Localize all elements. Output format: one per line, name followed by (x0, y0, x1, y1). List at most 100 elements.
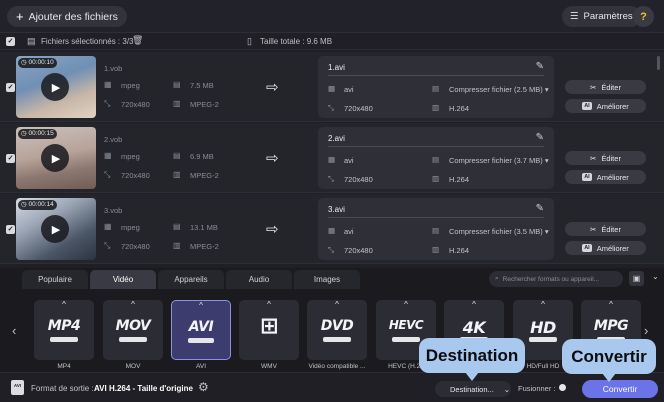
format-label: Vidéo compatible ... (308, 363, 366, 370)
target-filename[interactable]: 2.avi (328, 134, 345, 143)
play-icon[interactable]: ▶ (41, 144, 69, 172)
file-checkbox[interactable]: ✓ (6, 225, 15, 234)
convert-callout-text: Convertir (571, 346, 647, 366)
compress-icon: ▤ (432, 155, 440, 164)
edit-button[interactable]: ✂ Éditer (565, 222, 646, 236)
disk-icon: ▤ (173, 151, 181, 160)
file-row: ✓ ◷ 00:00:10 ▶ 1.vob ▦ mpeg ▤ 7.5 MB ⤡ 7… (0, 52, 664, 122)
select-all-checkbox[interactable]: ✓ (6, 37, 15, 46)
compress-icon: ▤ (432, 226, 440, 235)
chevron-right-icon[interactable]: › (644, 323, 648, 338)
compress-dropdown[interactable]: Compresser fichier (2.5 MB) ▾ (449, 85, 549, 94)
edit-label: Éditer (601, 82, 621, 92)
tab-appareils[interactable]: Appareils (158, 270, 224, 289)
logo-bar (50, 337, 78, 342)
settings-button[interactable]: ☰ Paramètres (562, 6, 641, 27)
avi-logo-icon: AVI (188, 319, 214, 335)
target-format: avi (344, 85, 354, 94)
scissors-icon: ✂ (590, 153, 597, 163)
mp4-logo-icon: MP4 (47, 318, 81, 334)
menu-icon: ☰ (570, 11, 579, 22)
chevron-left-icon[interactable]: ‹ (12, 323, 16, 338)
video-thumbnail[interactable]: ◷ 00:00:14 ▶ (16, 198, 96, 260)
play-icon[interactable]: ▶ (41, 215, 69, 243)
trash-icon[interactable]: 🗑 (132, 35, 143, 46)
chevron-up-icon: ^ (62, 300, 66, 309)
format-tile-mov[interactable]: ^ MOV (103, 300, 163, 360)
convert-arrow-icon: ⇨ (266, 79, 279, 96)
total-size: Taille totale : 9.6 MB (260, 37, 333, 46)
convert-callout: Convertir (562, 339, 656, 382)
target-filename[interactable]: 3.avi (328, 205, 345, 214)
target-codec: H.264 (449, 175, 470, 184)
target-filename[interactable]: 1.avi (328, 63, 345, 72)
improve-button[interactable]: AI Améliorer (565, 99, 646, 113)
callout-tail (465, 372, 479, 381)
video-thumbnail[interactable]: ◷ 00:00:15 ▶ (16, 127, 96, 189)
filename-underline (328, 75, 544, 76)
pencil-icon[interactable]: ✎ (536, 203, 544, 214)
add-files-button[interactable]: + Ajouter des fichiers (7, 6, 127, 27)
chevron-up-icon: ^ (199, 301, 203, 310)
destination-dropdown[interactable]: Destination... ⌄ (435, 381, 511, 397)
file-checkbox[interactable]: ✓ (6, 154, 15, 163)
logo-bar (119, 337, 147, 342)
mpg-logo-icon: MPG (593, 318, 629, 334)
source-codec: MPEG-2 (190, 100, 219, 109)
improve-button[interactable]: AI Améliorer (565, 170, 646, 184)
help-button[interactable]: ? (633, 6, 654, 27)
format-tile-wmv[interactable]: ^ ⊞ (239, 300, 299, 360)
pencil-icon[interactable]: ✎ (536, 61, 544, 72)
play-icon[interactable]: ▶ (41, 73, 69, 101)
tab-populaire[interactable]: Populaire (22, 270, 88, 289)
format-tile-dvd[interactable]: ^ DVD (307, 300, 367, 360)
format-category-tabs: Populaire Vidéo Appareils Audio Images ⌕… (0, 268, 664, 290)
codec-icon: ▥ (432, 174, 440, 183)
convert-arrow-icon: ⇨ (266, 150, 279, 167)
document-icon: ▯ (247, 36, 252, 46)
source-resolution: 720x480 (121, 100, 150, 109)
format-tile-avi[interactable]: ^ AVI (171, 300, 231, 360)
tab-video[interactable]: Vidéo (90, 270, 156, 289)
search-placeholder: Rechercher formats ou appareil... (502, 275, 600, 283)
resolution-icon: ⤡ (328, 245, 334, 254)
compress-dropdown[interactable]: Compresser fichier (3.5 MB) ▾ (449, 227, 549, 236)
tab-audio[interactable]: Audio (226, 270, 292, 289)
source-filename: 2.vob (104, 135, 123, 144)
source-resolution: 720x480 (121, 171, 150, 180)
codec-icon: ▥ (432, 103, 440, 112)
compress-dropdown[interactable]: Compresser fichier (3.7 MB) ▾ (449, 156, 549, 165)
codec-icon: ▥ (432, 245, 440, 254)
source-size: 7.5 MB (190, 81, 214, 90)
format-search-input[interactable]: ⌕ Rechercher formats ou appareil... (489, 271, 623, 287)
output-format-label: Format de sortie : (31, 384, 94, 393)
merge-toggle[interactable] (558, 384, 572, 391)
improve-button[interactable]: AI Améliorer (565, 241, 646, 255)
codec-icon: ▥ (173, 99, 181, 108)
video-format-icon: ▦ (328, 226, 336, 235)
file-list-scrollbar[interactable] (657, 56, 660, 70)
target-format: avi (344, 227, 354, 236)
gear-icon[interactable]: ⚙ (198, 380, 209, 394)
source-format: mpeg (121, 81, 140, 90)
collapse-chevron-icon[interactable]: ⌄ (652, 272, 659, 281)
convert-button[interactable]: Convertir (582, 380, 658, 398)
edit-label: Éditer (601, 153, 621, 163)
source-size: 13.1 MB (190, 223, 218, 232)
file-checkbox[interactable]: ✓ (6, 83, 15, 92)
source-codec: MPEG-2 (190, 171, 219, 180)
edit-button[interactable]: ✂ Éditer (565, 151, 646, 165)
pencil-icon[interactable]: ✎ (536, 132, 544, 143)
format-tile-mp4[interactable]: ^ MP4 (34, 300, 94, 360)
video-thumbnail[interactable]: ◷ 00:00:10 ▶ (16, 56, 96, 118)
tab-images[interactable]: Images (294, 270, 360, 289)
chevron-up-icon: ^ (267, 300, 271, 309)
selection-bar: ✓ ▤ Fichiers sélectionnés : 3/3 🗑 ▯ Tail… (0, 33, 664, 50)
chevron-up-icon: ^ (609, 300, 613, 309)
destination-callout-text: Destination (425, 345, 519, 365)
device-icon[interactable]: ▣ (629, 271, 644, 286)
edit-button[interactable]: ✂ Éditer (565, 80, 646, 94)
destination-label: Destination... (450, 384, 494, 394)
search-icon: ⌕ (495, 275, 499, 282)
ai-icon: AI (582, 244, 592, 252)
